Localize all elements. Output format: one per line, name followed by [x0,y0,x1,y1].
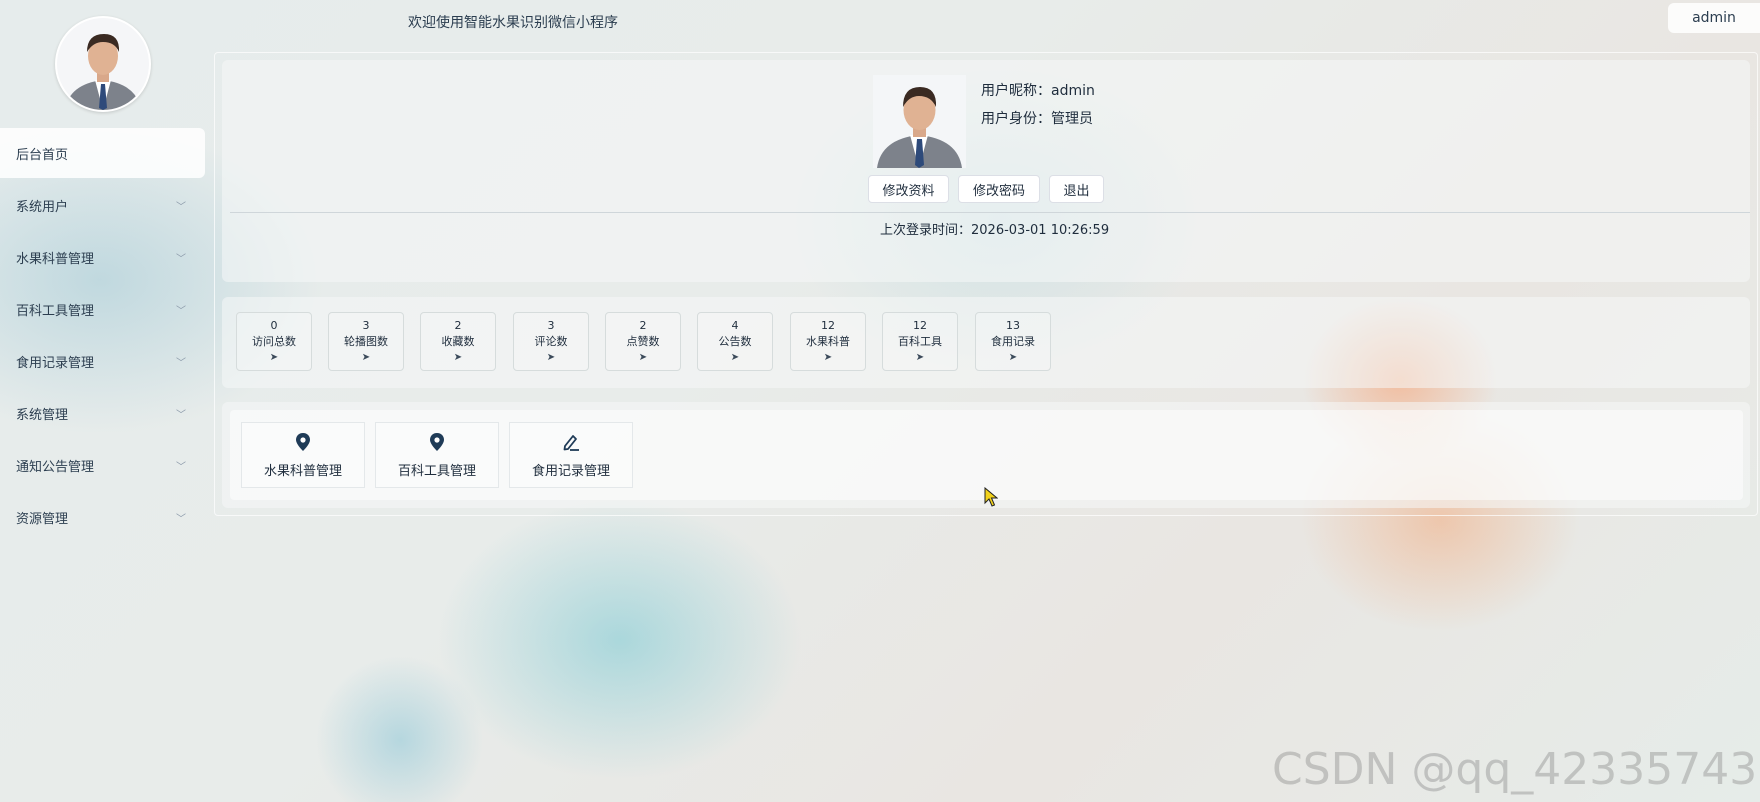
sidebar-item-system-users[interactable]: 系统用户 ﹀ [0,180,206,230]
stat-comments[interactable]: 3 评论数 ➤ [513,312,589,371]
chevron-down-icon: ﹀ [176,201,186,213]
navigation-arrow-icon: ➤ [638,351,648,363]
sidebar: 后台首页 系统用户 ﹀ 水果科普管理 ﹀ 百科工具管理 ﹀ 食用记录管理 ﹀ 系… [0,0,206,802]
nickname-row: 用户昵称：admin [981,80,1095,100]
stat-label: 轮播图数 [344,334,388,348]
nickname-label: 用户昵称： [981,83,1051,99]
role-value: 管理员 [1051,111,1093,127]
stat-label: 水果科普 [806,334,850,348]
stat-visits[interactable]: 0 访问总数 ➤ [236,312,312,371]
user-menu[interactable]: admin [1668,3,1760,33]
navigation-arrow-icon: ➤ [361,351,371,363]
role-row: 用户身份：管理员 [981,108,1093,128]
chevron-down-icon: ﹀ [176,357,186,369]
stat-fruit-science[interactable]: 12 水果科普 ➤ [790,312,866,371]
quick-link-encyclopedia-tools[interactable]: 百科工具管理 [375,422,499,488]
quick-link-eating-records[interactable]: 食用记录管理 [509,422,633,488]
chevron-down-icon: ﹀ [176,409,186,421]
last-login-value: 2026-03-01 10:26:59 [971,223,1110,238]
csdn-watermark: CSDN @qq_42335743 [1272,744,1758,795]
sidebar-item-label: 水果科普管理 [16,251,95,267]
navigation-arrow-icon: ➤ [915,351,925,363]
stat-value: 3 [547,318,555,332]
navigation-arrow-icon: ➤ [453,351,463,363]
stat-label: 点赞数 [626,334,660,348]
stat-notices[interactable]: 4 公告数 ➤ [697,312,773,371]
stat-label: 收藏数 [441,334,475,348]
stat-value: 12 [821,318,835,332]
avatar-image [873,75,966,168]
location-pin-icon [430,432,444,451]
stat-label: 访问总数 [252,334,296,348]
last-login: 上次登录时间：2026-03-01 10:26:59 [880,219,1109,238]
sidebar-menu: 后台首页 系统用户 ﹀ 水果科普管理 ﹀ 百科工具管理 ﹀ 食用记录管理 ﹀ 系… [0,128,206,544]
navigation-arrow-icon: ➤ [546,351,556,363]
sidebar-item-label: 通知公告管理 [16,459,95,475]
quick-link-label: 百科工具管理 [397,463,476,479]
stat-value: 12 [913,318,927,332]
sidebar-item-dashboard[interactable]: 后台首页 [0,128,205,178]
stat-value: 0 [270,318,278,332]
chevron-down-icon: ﹀ [176,253,186,265]
stat-value: 4 [731,318,739,332]
edit-pen-icon [563,434,579,451]
stat-likes[interactable]: 2 点赞数 ➤ [605,312,681,371]
stat-value: 3 [362,318,370,332]
sidebar-item-label: 系统用户 [16,199,69,215]
quick-link-label: 水果科普管理 [263,463,342,479]
sidebar-item-encyclopedia-tools[interactable]: 百科工具管理 ﹀ [0,284,206,334]
stat-label: 公告数 [718,334,752,348]
stat-encyclopedia-tools[interactable]: 12 百科工具 ➤ [882,312,958,371]
profile-divider [230,212,1750,213]
stat-carousel[interactable]: 3 轮播图数 ➤ [328,312,404,371]
chevron-down-icon: ﹀ [176,513,186,525]
sidebar-item-notices[interactable]: 通知公告管理 ﹀ [0,440,206,490]
role-label: 用户身份： [981,111,1051,127]
nickname-value: admin [1051,83,1095,99]
sidebar-avatar[interactable] [55,16,151,112]
navigation-arrow-icon: ➤ [823,351,833,363]
stat-label: 食用记录 [991,334,1035,348]
quick-link-label: 食用记录管理 [531,463,610,479]
stat-value: 2 [639,318,647,332]
sidebar-item-resources[interactable]: 资源管理 ﹀ [0,492,206,542]
navigation-arrow-icon: ➤ [1008,351,1018,363]
logout-button[interactable]: 退出 [1049,175,1104,203]
welcome-title: 欢迎使用智能水果识别微信小程序 [408,15,618,31]
mouse-cursor-icon [984,486,999,511]
avatar-image [57,18,149,110]
stat-value: 13 [1006,318,1020,332]
sidebar-item-label: 百科工具管理 [16,303,95,319]
quick-link-fruit-science[interactable]: 水果科普管理 [241,422,365,488]
location-pin-icon [296,432,310,451]
navigation-arrow-icon: ➤ [269,351,279,363]
stat-value: 2 [454,318,462,332]
chevron-down-icon: ﹀ [176,305,186,317]
last-login-label: 上次登录时间： [880,223,972,238]
sidebar-item-system-management[interactable]: 系统管理 ﹀ [0,388,206,438]
stat-eating-records[interactable]: 13 食用记录 ➤ [975,312,1051,371]
sidebar-item-label: 食用记录管理 [16,355,95,371]
stat-label: 百科工具 [898,334,942,348]
change-password-button[interactable]: 修改密码 [958,175,1040,203]
sidebar-item-label: 资源管理 [16,511,69,527]
navigation-arrow-icon: ➤ [730,351,740,363]
sidebar-item-eating-records[interactable]: 食用记录管理 ﹀ [0,336,206,386]
sidebar-item-label: 后台首页 [16,147,69,163]
stat-label: 评论数 [534,334,568,348]
edit-profile-button[interactable]: 修改资料 [868,175,949,203]
sidebar-item-label: 系统管理 [16,407,69,423]
profile-photo [873,75,966,168]
sidebar-item-fruit-science[interactable]: 水果科普管理 ﹀ [0,232,206,282]
chevron-down-icon: ﹀ [176,461,186,473]
stat-favorites[interactable]: 2 收藏数 ➤ [420,312,496,371]
